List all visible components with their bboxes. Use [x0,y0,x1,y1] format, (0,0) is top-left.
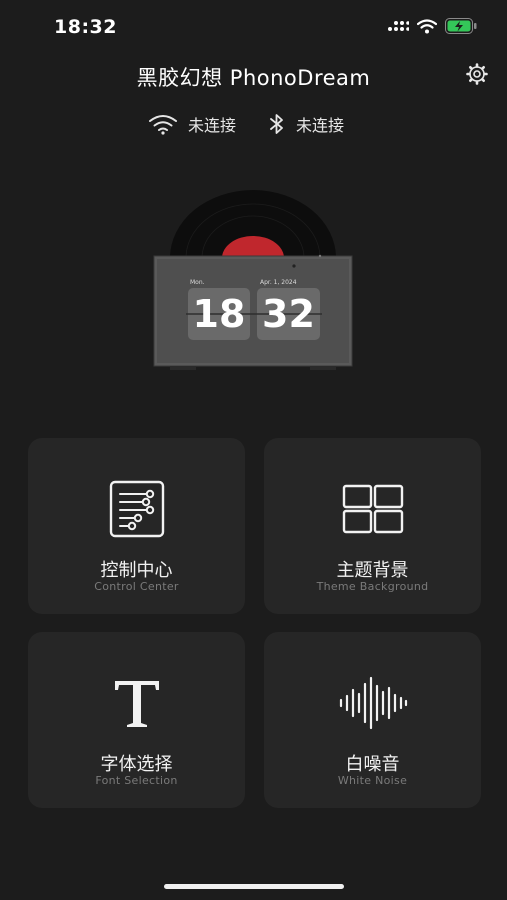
wifi-status-text: 未连接 [188,116,237,135]
white-noise-label: 白噪音 [345,754,400,775]
theme-background-label: 主题背景 [336,560,409,581]
font-text-icon [114,681,159,727]
clock-minute: 32 [262,292,315,336]
app-title: 黑胶幻想 PhonoDream [136,66,371,90]
clock-hour: 18 [192,292,246,336]
status-icons [387,18,477,34]
font-selection-tile[interactable]: 字体选择 Font Selection [28,632,245,808]
white-noise-sublabel: White Noise [337,774,408,787]
control-center-sublabel: Control Center [94,580,179,593]
control-center-label: 控制中心 [100,560,173,581]
status-time: 18:32 [54,16,117,38]
status-bar: 18:32 [0,0,507,56]
grid-layout-icon [342,484,403,534]
header: 黑胶幻想 PhonoDream [0,60,507,92]
clock-day-label: Mon. [190,279,205,286]
clock-date-label: Apr. 1, 2024 [260,279,297,286]
bluetooth-icon [270,114,283,134]
wifi-icon [149,115,177,135]
theme-background-tile[interactable]: 主题背景 Theme Background [264,438,481,614]
bluetooth-status-text: 未连接 [296,116,345,135]
wifi-connection[interactable]: 未连接 [148,112,236,136]
connection-status-row: 未连接 未连接 [0,112,507,140]
font-selection-sublabel: Font Selection [95,774,178,787]
battery-charging-icon [445,18,477,34]
bluetooth-connection[interactable]: 未连接 [268,112,344,136]
white-noise-tile[interactable]: 白噪音 White Noise [264,632,481,808]
vinyl-clock-widget: Mon. Apr. 1, 2024 18 32 [150,188,356,372]
font-selection-label: 字体选择 [100,754,173,775]
home-indicator[interactable] [164,884,344,889]
control-center-tile[interactable]: 控制中心 Control Center [28,438,245,614]
settings-gear-icon[interactable] [465,62,489,86]
cellular-signal-icon [388,21,409,31]
theme-background-sublabel: Theme Background [316,580,429,593]
vinyl-record-illustration [153,190,353,370]
control-center-icon [109,480,164,538]
wifi-status-icon [417,18,437,33]
sound-wave-icon [339,676,407,730]
